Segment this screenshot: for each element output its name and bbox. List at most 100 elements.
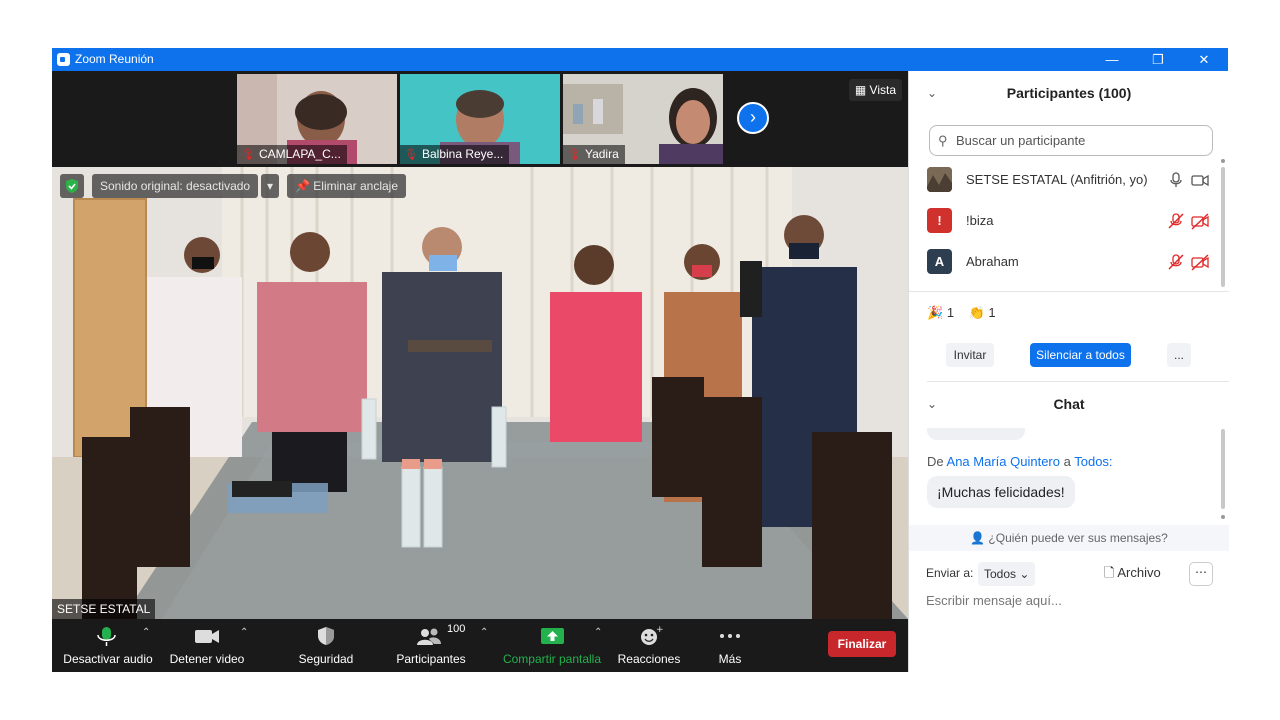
- participants-button[interactable]: 100 Participantes: [387, 619, 475, 672]
- svg-text:+: +: [656, 625, 664, 635]
- speaker-name-label: SETSE ESTATAL: [52, 599, 156, 619]
- participants-label: Participantes: [396, 652, 466, 666]
- message-header: De Ana María Quintero a Todos:: [927, 454, 1113, 469]
- participants-count: 100: [447, 623, 466, 635]
- participant-thumbnail[interactable]: 🎙 Yadira: [563, 74, 723, 164]
- muted-mic-icon: 🎙: [567, 149, 581, 161]
- muted-mic-icon: 🎙: [241, 149, 255, 161]
- shield-icon: [318, 627, 334, 645]
- file-icon: 🗋: [1104, 565, 1115, 580]
- message-sender[interactable]: Ana María Quintero: [947, 454, 1060, 469]
- muted-microphone-icon[interactable]: [1167, 212, 1185, 230]
- participant-row[interactable]: SETSE ESTATAL (Anfitrión, yo): [927, 159, 1217, 200]
- reaction-emoji-icon: +: [641, 625, 664, 645]
- participant-search-input[interactable]: ⚲ Buscar un participante: [929, 125, 1213, 156]
- mute-all-button[interactable]: Silenciar a todos: [1030, 343, 1131, 367]
- pin-icon: 📌: [295, 179, 310, 193]
- participants-options-caret[interactable]: ⌃: [480, 627, 488, 638]
- avatar: [927, 167, 952, 192]
- who-can-see-messages[interactable]: 👤 ¿Quién puede ver sus mensajes?: [909, 525, 1229, 551]
- reaction-count: 1: [946, 305, 955, 320]
- search-placeholder: Buscar un participante: [956, 133, 1086, 148]
- collapse-chevron-icon[interactable]: ⌄: [927, 384, 937, 424]
- meeting-toolbar: Desactivar audio ⌃ Detener video ⌃ Segur…: [52, 619, 908, 672]
- send-to-row: Enviar a: Todos ⌄ 🗋 Archivo ⋯: [926, 560, 1216, 588]
- microphone-icon[interactable]: [1167, 171, 1185, 189]
- share-screen-button[interactable]: Compartir pantalla: [500, 619, 604, 672]
- participants-header: ⌄ Participantes (100): [909, 73, 1229, 113]
- who-can-see-label: ¿Quién puede ver sus mensajes?: [988, 531, 1168, 545]
- thumbnail-name-label: 🎙 Yadira: [563, 145, 625, 164]
- participant-row[interactable]: ! !biza: [927, 200, 1217, 241]
- participant-name: Abraham: [966, 254, 1019, 269]
- reactions-summary: 🎉 1 👏 1: [927, 305, 996, 321]
- reactions-label: Reacciones: [617, 652, 681, 666]
- participant-thumbnail[interactable]: 🎙 Balbina Reye...: [400, 74, 560, 164]
- invite-button[interactable]: Invitar: [946, 343, 994, 367]
- reaction-count: 1: [988, 305, 996, 320]
- side-panel: ⌄ Participantes (100) ⚲ Buscar un partic…: [908, 71, 1229, 672]
- participants-scrollbar[interactable]: [1220, 159, 1226, 289]
- security-button[interactable]: Seguridad: [286, 619, 366, 672]
- stop-video-label: Detener video: [169, 652, 245, 666]
- zoom-window: Zoom Reunión — ❐ ✕ 🎙 CAMLAPA_C... 🎙 Balb…: [52, 48, 1229, 672]
- more-options-button[interactable]: ...: [1167, 343, 1191, 367]
- minimize-button[interactable]: —: [1089, 48, 1135, 71]
- original-sound-dropdown[interactable]: ▾: [261, 174, 279, 198]
- title-bar: Zoom Reunión — ❐ ✕: [52, 48, 1228, 71]
- chevron-down-icon: ⌄: [1019, 567, 1030, 581]
- send-to-dropdown[interactable]: Todos ⌄: [978, 562, 1036, 586]
- more-button[interactable]: Más: [700, 619, 760, 672]
- share-screen-icon: [541, 628, 564, 644]
- file-label: Archivo: [1117, 565, 1161, 580]
- video-area: 🎙 CAMLAPA_C... 🎙 Balbina Reye... 🎙 Yadir…: [52, 71, 908, 672]
- thumbnail-name: Balbina Reye...: [421, 147, 504, 161]
- thumbnail-name-label: 🎙 CAMLAPA_C...: [237, 145, 347, 164]
- chat-more-button[interactable]: ⋯: [1189, 562, 1213, 586]
- participant-thumbnail[interactable]: 🎙 CAMLAPA_C...: [237, 74, 397, 164]
- video-camera-icon[interactable]: [1191, 171, 1209, 189]
- reactions-button[interactable]: + Reacciones: [614, 619, 684, 672]
- mute-audio-label: Desactivar audio: [63, 652, 153, 666]
- message-bubble: ¡Muchas felicidades!: [927, 476, 1075, 508]
- thumbnail-name: CAMLAPA_C...: [258, 147, 341, 161]
- audio-options-caret[interactable]: ⌃: [142, 627, 150, 638]
- muted-microphone-icon[interactable]: [1167, 253, 1185, 271]
- divider: [927, 381, 1229, 382]
- view-button[interactable]: ▦ Vista: [848, 79, 902, 101]
- video-options-caret[interactable]: ⌃: [240, 627, 248, 638]
- chevron-right-icon: ›: [750, 107, 756, 127]
- message-recipient[interactable]: Todos:: [1074, 454, 1112, 469]
- participants-title: Participantes (100): [1006, 85, 1132, 101]
- chevron-down-icon: ▾: [266, 179, 274, 193]
- muted-mic-icon: 🎙: [404, 149, 418, 161]
- share-options-caret[interactable]: ⌃: [594, 627, 602, 638]
- participant-name: !biza: [966, 213, 994, 228]
- video-camera-icon: [195, 630, 219, 643]
- security-shield-badge[interactable]: [60, 174, 84, 198]
- share-screen-label: Compartir pantalla: [502, 652, 602, 666]
- close-button[interactable]: ✕: [1181, 48, 1227, 71]
- security-label: Seguridad: [298, 652, 354, 666]
- stop-video-button[interactable]: Detener video: [162, 619, 252, 672]
- thumbnail-strip: 🎙 CAMLAPA_C... 🎙 Balbina Reye... 🎙 Yadir…: [52, 71, 908, 167]
- next-page-button[interactable]: ›: [737, 102, 769, 134]
- participant-row[interactable]: A Abraham: [927, 241, 1217, 282]
- original-sound-toggle[interactable]: Sonido original: desactivado: [92, 174, 259, 198]
- avatar: A: [927, 249, 952, 274]
- chat-message-input[interactable]: Escribir mensaje aquí...: [926, 593, 1062, 608]
- file-button[interactable]: 🗋 Archivo: [1104, 564, 1161, 586]
- shield-check-icon: [66, 179, 78, 193]
- from-prefix: De: [927, 454, 944, 469]
- restore-button[interactable]: ❐: [1135, 48, 1181, 71]
- window-title: Zoom Reunión: [75, 52, 154, 66]
- thumbnail-name-label: 🎙 Balbina Reye...: [400, 145, 510, 164]
- previous-message-bubble: [927, 428, 1025, 440]
- video-off-icon[interactable]: [1191, 253, 1209, 271]
- unpin-button[interactable]: 📌 Eliminar anclaje: [287, 174, 406, 198]
- video-off-icon[interactable]: [1191, 212, 1209, 230]
- collapse-chevron-icon[interactable]: ⌄: [927, 73, 937, 113]
- chat-title: Chat: [1053, 396, 1085, 412]
- chat-scrollbar[interactable]: [1220, 429, 1226, 523]
- end-meeting-button[interactable]: Finalizar: [828, 631, 896, 657]
